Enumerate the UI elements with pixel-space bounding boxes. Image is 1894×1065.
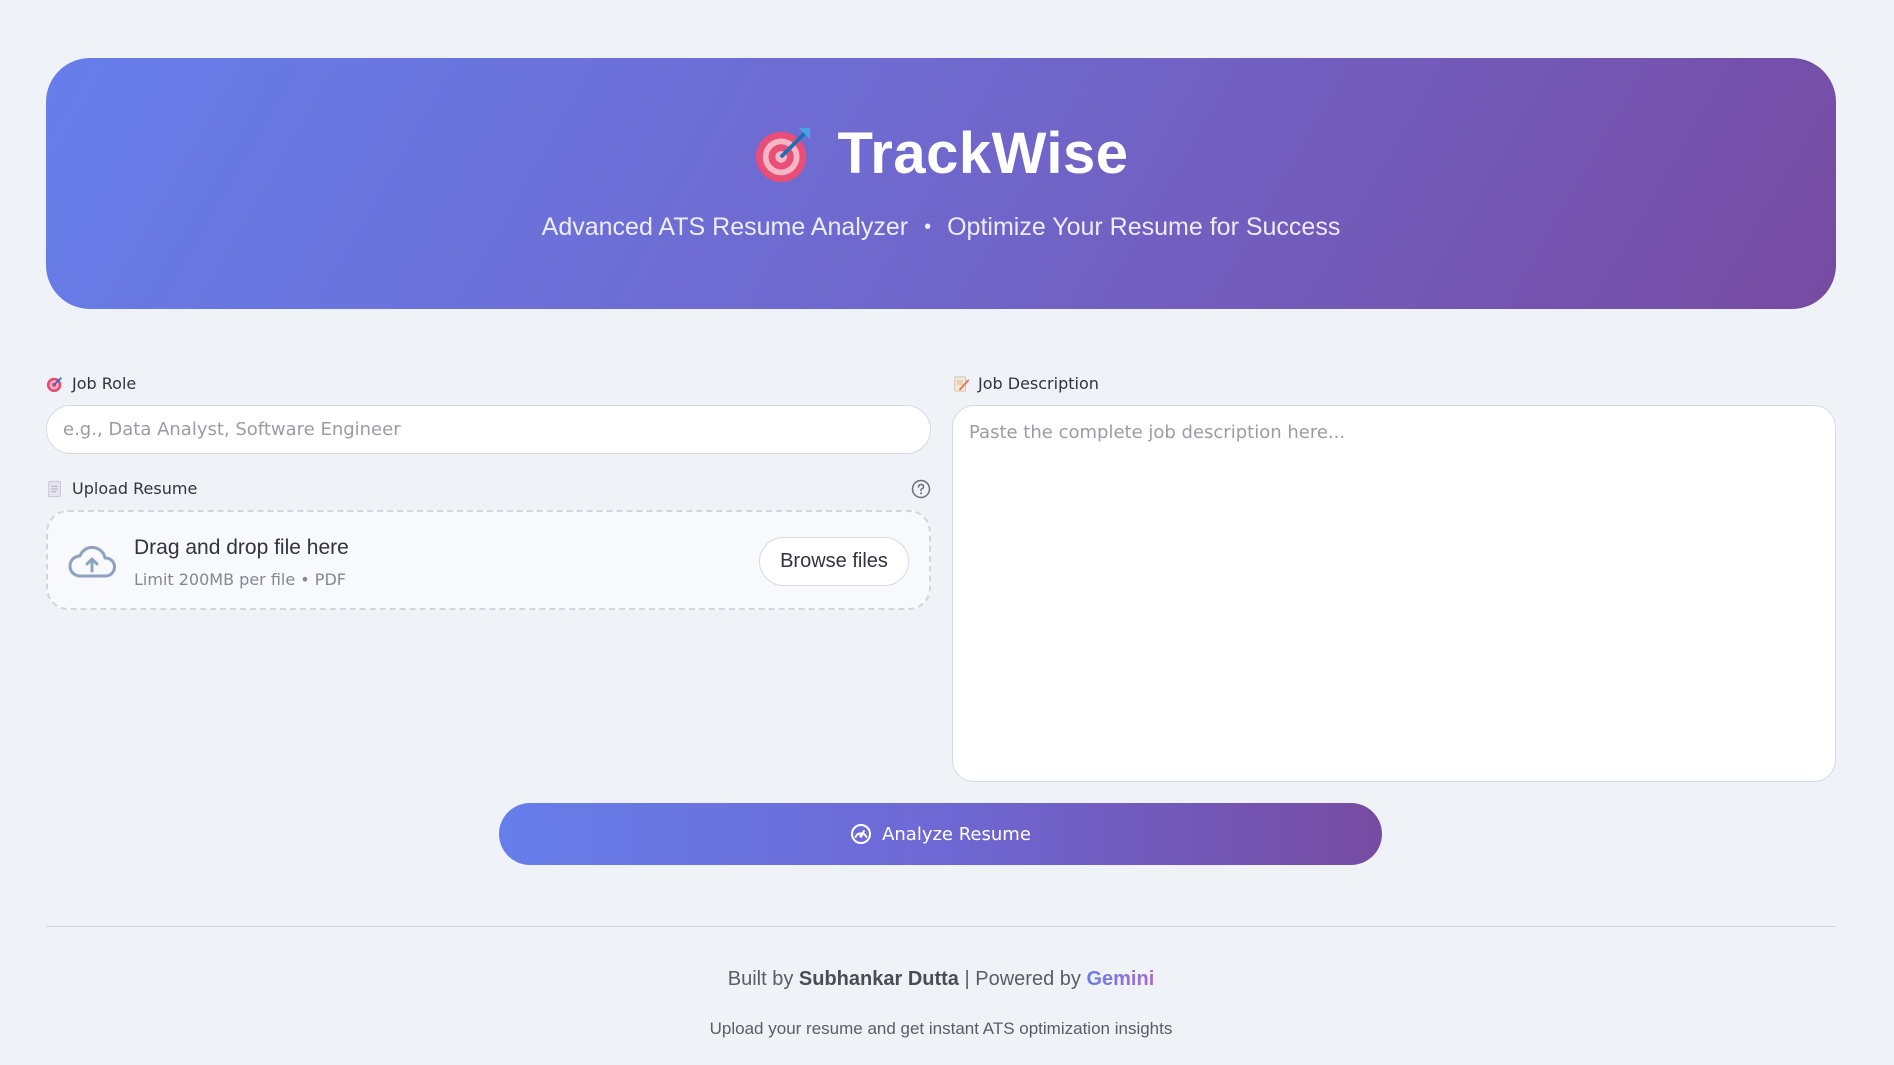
job-role-label: Job Role [46,374,136,393]
job-description-label: Job Description [952,374,1099,393]
header-banner: TrackWise Advanced ATS Resume Analyzer •… [46,58,1836,309]
browse-files-button[interactable]: Browse files [759,537,909,586]
header-subtitle: Advanced ATS Resume Analyzer • Optimize … [542,213,1341,242]
memo-icon [954,375,970,392]
document-icon [48,480,61,497]
cloud-upload-icon [68,545,116,578]
dropzone-title: Drag and drop file here [134,536,349,559]
subtitle-separator: • [924,215,932,238]
question-circle-icon[interactable] [911,479,931,499]
subtitle-right: Optimize Your Resume for Success [947,212,1341,241]
gauge-icon [851,824,872,844]
dart-target-icon [755,127,810,183]
footer-credits: Built by Subhankar Dutta | Powered by Ge… [727,968,1155,990]
author-name: Subhankar Dutta [798,968,959,990]
footer-tagline: Upload your resume and get instant ATS o… [709,1019,1173,1038]
dropzone-limit: Limit 200MB per file • PDF [134,570,346,589]
job-description-textarea[interactable] [952,405,1836,782]
resume-dropzone[interactable]: Drag and drop file here Limit 200MB per … [46,510,931,610]
upload-resume-label: Upload Resume [46,479,197,498]
header-title-row: TrackWise [754,120,1129,187]
analyze-resume-button[interactable]: Analyze Resume [499,803,1382,865]
powered-by-gemini: Gemini [1086,968,1155,990]
app-title: TrackWise [837,120,1129,186]
subtitle-left: Advanced ATS Resume Analyzer [541,212,909,241]
dart-target-icon [46,376,62,392]
job-role-input[interactable] [46,405,931,454]
analyze-button-label: Analyze Resume [882,823,1031,845]
footer-divider [46,926,1836,927]
